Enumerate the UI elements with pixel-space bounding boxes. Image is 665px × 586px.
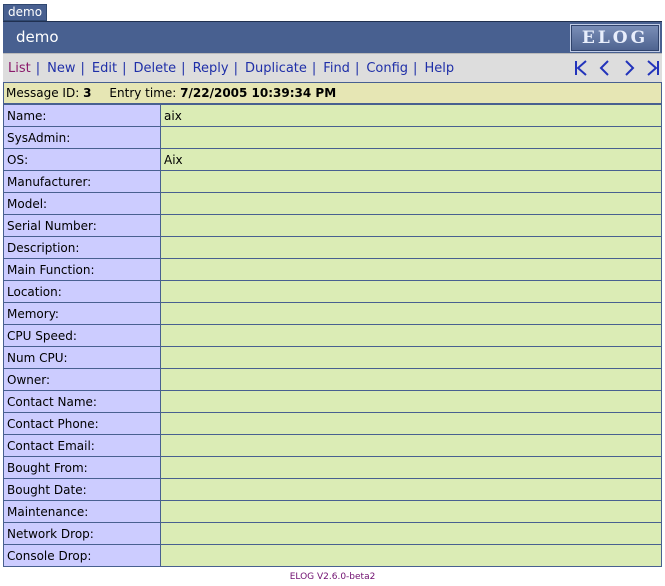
menu-duplicate[interactable]: Duplicate (245, 61, 307, 76)
attribute-row: Network Drop: (3, 522, 662, 545)
attribute-row: Model: (3, 192, 662, 215)
message-info-bar: Message ID: 3 Entry time: 7/22/2005 10:39… (3, 82, 662, 104)
attribute-row: Description: (3, 236, 662, 259)
menu-list[interactable]: List (8, 61, 31, 76)
attribute-row: SysAdmin: (3, 126, 662, 149)
attribute-label: Main Function: (3, 258, 161, 281)
attribute-row: OS: Aix (3, 148, 662, 171)
menu-new[interactable]: New (47, 61, 75, 76)
message-id: 3 (83, 86, 92, 100)
menu-find[interactable]: Find (323, 61, 350, 76)
menu-config[interactable]: Config (366, 61, 408, 76)
attribute-label: Owner: (3, 368, 161, 391)
last-icon[interactable] (644, 59, 662, 77)
attribute-label: CPU Speed: (3, 324, 161, 347)
attribute-label: SysAdmin: (3, 126, 161, 149)
attribute-value (160, 236, 662, 259)
first-icon[interactable] (572, 59, 590, 77)
message-id-label: Message ID: (6, 86, 80, 100)
attribute-value: aix (160, 104, 662, 127)
attribute-label: Contact Name: (3, 390, 161, 413)
menu-delete[interactable]: Delete (133, 61, 176, 76)
attribute-value: Aix (160, 148, 662, 171)
attribute-value (160, 346, 662, 369)
attribute-value (160, 280, 662, 303)
version-footer[interactable]: ELOG V2.6.0-beta2 (0, 572, 665, 582)
attribute-label: Console Drop: (3, 544, 161, 567)
menu-separator: | (80, 61, 85, 76)
attribute-label: Manufacturer: (3, 170, 161, 193)
next-icon[interactable] (620, 59, 638, 77)
attribute-row: Location: (3, 280, 662, 303)
attribute-value (160, 456, 662, 479)
attributes-table: Name: aix SysAdmin: OS: Aix Manufacturer: Mode… (3, 104, 662, 567)
attribute-row: Owner: (3, 368, 662, 391)
attribute-value (160, 522, 662, 545)
attribute-label: Bought From: (3, 456, 161, 479)
menu-reply[interactable]: Reply (193, 61, 229, 76)
menu-separator: | (354, 61, 360, 76)
attribute-value (160, 478, 662, 501)
attribute-row: Contact Phone: (3, 412, 662, 435)
elog-logo[interactable]: ELOG (570, 24, 660, 52)
navigation-buttons (566, 59, 662, 77)
attribute-label: Memory: (3, 302, 161, 325)
attribute-row: Contact Name: (3, 390, 662, 413)
attribute-row: Bought Date: (3, 478, 662, 501)
attribute-value (160, 170, 662, 193)
logbook-tab-demo[interactable]: demo (3, 4, 48, 21)
menu-separator: | (233, 61, 238, 76)
attribute-row: CPU Speed: (3, 324, 662, 347)
attribute-row: Num CPU: (3, 346, 662, 369)
attribute-value (160, 126, 662, 149)
attribute-label: Bought Date: (3, 478, 161, 501)
attribute-label: OS: (3, 148, 161, 171)
menu-bar: List | New | Edit | Delete | Reply | Duplicate | Fin… (3, 53, 662, 82)
attribute-value (160, 434, 662, 457)
attribute-row: Manufacturer: (3, 170, 662, 193)
previous-icon[interactable] (596, 59, 614, 77)
attribute-row: Main Function: (3, 258, 662, 281)
attribute-value (160, 192, 662, 215)
title-bar: demo ELOG (3, 21, 662, 53)
attribute-label: Num CPU: (3, 346, 161, 369)
attribute-row: Maintenance: (3, 500, 662, 523)
attribute-value (160, 500, 662, 523)
attribute-label: Maintenance: (3, 500, 161, 523)
attribute-row: Memory: (3, 302, 662, 325)
attribute-value (160, 390, 662, 413)
attribute-value (160, 302, 662, 325)
attribute-row: Bought From: (3, 456, 662, 479)
attribute-label: Description: (3, 236, 161, 259)
menu-separator: | (35, 61, 41, 76)
attribute-value (160, 412, 662, 435)
command-menu: List | New | Edit | Delete | Reply | Duplicate | Fin… (8, 61, 454, 76)
menu-help[interactable]: Help (424, 61, 454, 76)
menu-separator: | (181, 61, 186, 76)
attribute-value (160, 324, 662, 347)
attribute-row: Serial Number: (3, 214, 662, 237)
logbook-title: demo (16, 28, 59, 46)
attribute-row: Name: aix (3, 104, 662, 127)
menu-edit[interactable]: Edit (92, 61, 117, 76)
attribute-value (160, 258, 662, 281)
attribute-label: Model: (3, 192, 161, 215)
attribute-row: Contact Email: (3, 434, 662, 457)
attribute-label: Name: (3, 104, 161, 127)
entry-time: 7/22/2005 10:39:34 PM (180, 86, 337, 100)
attribute-value (160, 368, 662, 391)
attribute-label: Network Drop: (3, 522, 161, 545)
menu-separator: | (413, 61, 418, 76)
entry-time-label: Entry time: (109, 86, 177, 100)
attribute-label: Contact Email: (3, 434, 161, 457)
attribute-label: Serial Number: (3, 214, 161, 237)
attribute-row: Console Drop: (3, 544, 662, 567)
attribute-label: Contact Phone: (3, 412, 161, 435)
attribute-value (160, 544, 662, 567)
attribute-value (160, 214, 662, 237)
menu-separator: | (122, 61, 127, 76)
attribute-label: Location: (3, 280, 161, 303)
menu-separator: | (311, 61, 317, 76)
